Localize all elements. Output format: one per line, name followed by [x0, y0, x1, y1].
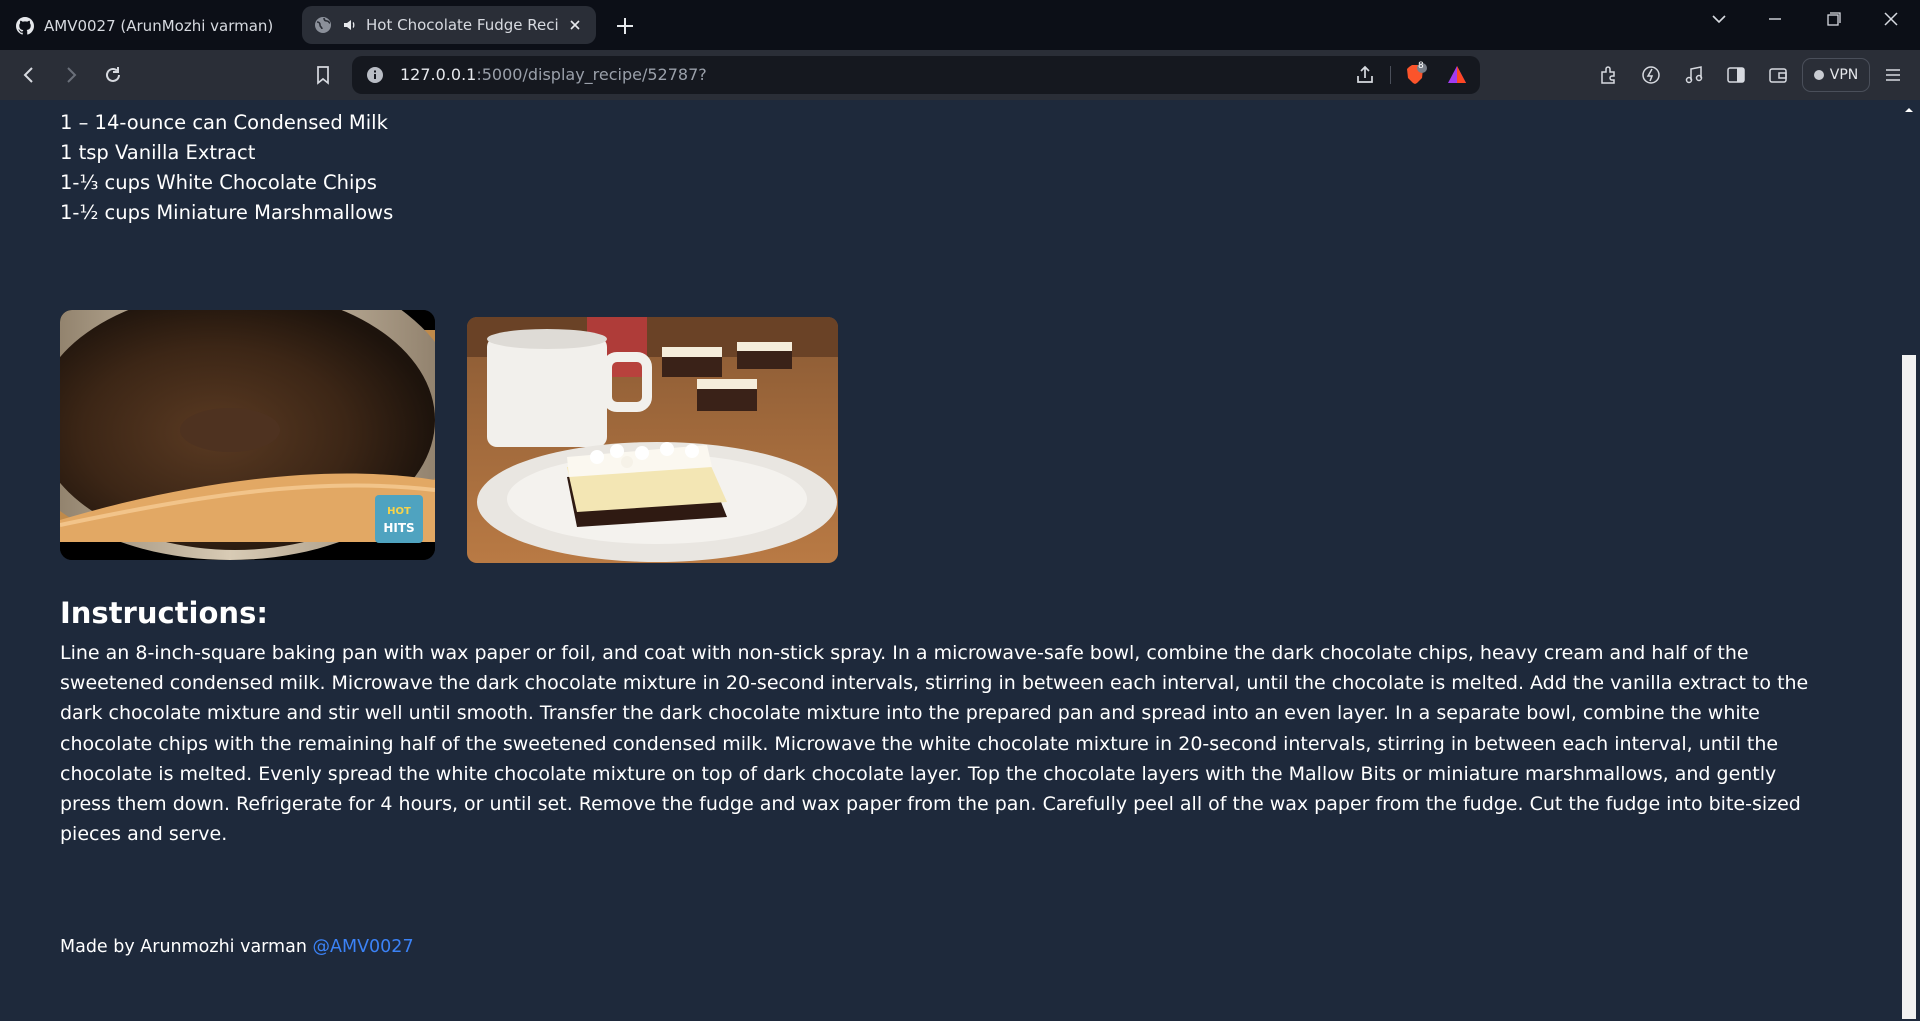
- footer-text: Made by Arunmozhi varman: [60, 937, 313, 957]
- close-tab-icon[interactable]: [566, 16, 584, 34]
- tab-github[interactable]: AMV0027 (ArunMozhi varman): [4, 8, 300, 44]
- sidebar-toggle-icon[interactable]: [1725, 64, 1747, 86]
- tab-recipe[interactable]: Hot Chocolate Fudge Recipe: [302, 6, 596, 44]
- url-host: 127.0.0.1: [400, 65, 477, 84]
- tab-strip: AMV0027 (ArunMozhi varman) Hot Chocolate…: [0, 0, 1920, 50]
- ingredient-item: 1-⅓ cups White Chocolate Chips: [60, 171, 377, 194]
- scroll-up-arrow-icon[interactable]: [1903, 104, 1915, 116]
- wallet-icon[interactable]: [1767, 64, 1789, 86]
- menu-icon[interactable]: [1882, 64, 1904, 86]
- tab-title: Hot Chocolate Fudge Recipe: [366, 16, 558, 34]
- fudge-on-plate-image: [467, 317, 838, 563]
- close-window-icon[interactable]: [1876, 8, 1906, 30]
- extensions-icon[interactable]: [1598, 64, 1620, 86]
- share-icon[interactable]: [1354, 64, 1376, 86]
- omnibox-divider: [1390, 66, 1391, 84]
- vpn-button[interactable]: VPN: [1802, 58, 1870, 92]
- url-path: :5000/display_recipe/52787?: [476, 65, 707, 84]
- leo-ai-icon[interactable]: [1640, 64, 1662, 86]
- restore-icon[interactable]: [1818, 8, 1848, 30]
- brave-shields-icon[interactable]: [1402, 62, 1428, 88]
- browser-toolbar: 127.0.0.1:5000/display_recipe/52787? 8 V…: [0, 50, 1920, 100]
- instructions-heading: Instructions:: [60, 596, 268, 630]
- scrollbar-thumb[interactable]: [1902, 355, 1916, 1019]
- address-bar[interactable]: 127.0.0.1:5000/display_recipe/52787? 8: [352, 56, 1480, 94]
- minimize-icon[interactable]: [1760, 8, 1790, 30]
- media-playlist-icon[interactable]: [1683, 64, 1705, 86]
- reload-icon[interactable]: [102, 64, 124, 86]
- vpn-label: VPN: [1829, 67, 1859, 83]
- chocolate-bowl-image: HOT HITS: [60, 310, 435, 560]
- fudge-photo: [467, 317, 838, 563]
- speaker-icon[interactable]: [342, 17, 358, 33]
- recipe-page: 1 – 14-ounce can Condensed Milk 1 tsp Va…: [0, 100, 1898, 1021]
- footer: Made by Arunmozhi varman @AMV0027: [60, 937, 414, 957]
- globe-icon: [315, 17, 331, 33]
- recipe-video-thumbnail[interactable]: HOT HITS: [60, 310, 435, 560]
- ingredients-list: 1 – 14-ounce can Condensed Milk 1 tsp Va…: [60, 100, 393, 228]
- forward-icon[interactable]: [60, 64, 82, 86]
- instructions-text: Line an 8-inch-square baking pan with wa…: [60, 642, 1809, 846]
- video-badge-icon: HOT: [387, 506, 411, 517]
- shields-count: 8: [1418, 61, 1424, 71]
- ingredient-item: 1 – 14-ounce can Condensed Milk: [60, 111, 388, 134]
- vpn-status-icon: [1813, 70, 1824, 80]
- tab-search-chevron-icon[interactable]: [1704, 8, 1734, 30]
- tab-title: AMV0027 (ArunMozhi varman): [44, 17, 274, 35]
- url-text[interactable]: 127.0.0.1:5000/display_recipe/52787?: [400, 65, 707, 84]
- svg-text:HITS: HITS: [383, 521, 414, 535]
- back-icon[interactable]: [18, 64, 40, 86]
- site-info-icon[interactable]: [366, 66, 384, 84]
- author-link[interactable]: @AMV0027: [313, 937, 414, 957]
- github-icon: [16, 17, 34, 35]
- bookmark-icon[interactable]: [312, 64, 334, 86]
- ingredient-item: 1-½ cups Miniature Marshmallows: [60, 201, 394, 224]
- ingredient-item: 1 tsp Vanilla Extract: [60, 141, 256, 164]
- new-tab-icon[interactable]: [612, 13, 638, 39]
- brave-rewards-icon[interactable]: [1446, 64, 1468, 86]
